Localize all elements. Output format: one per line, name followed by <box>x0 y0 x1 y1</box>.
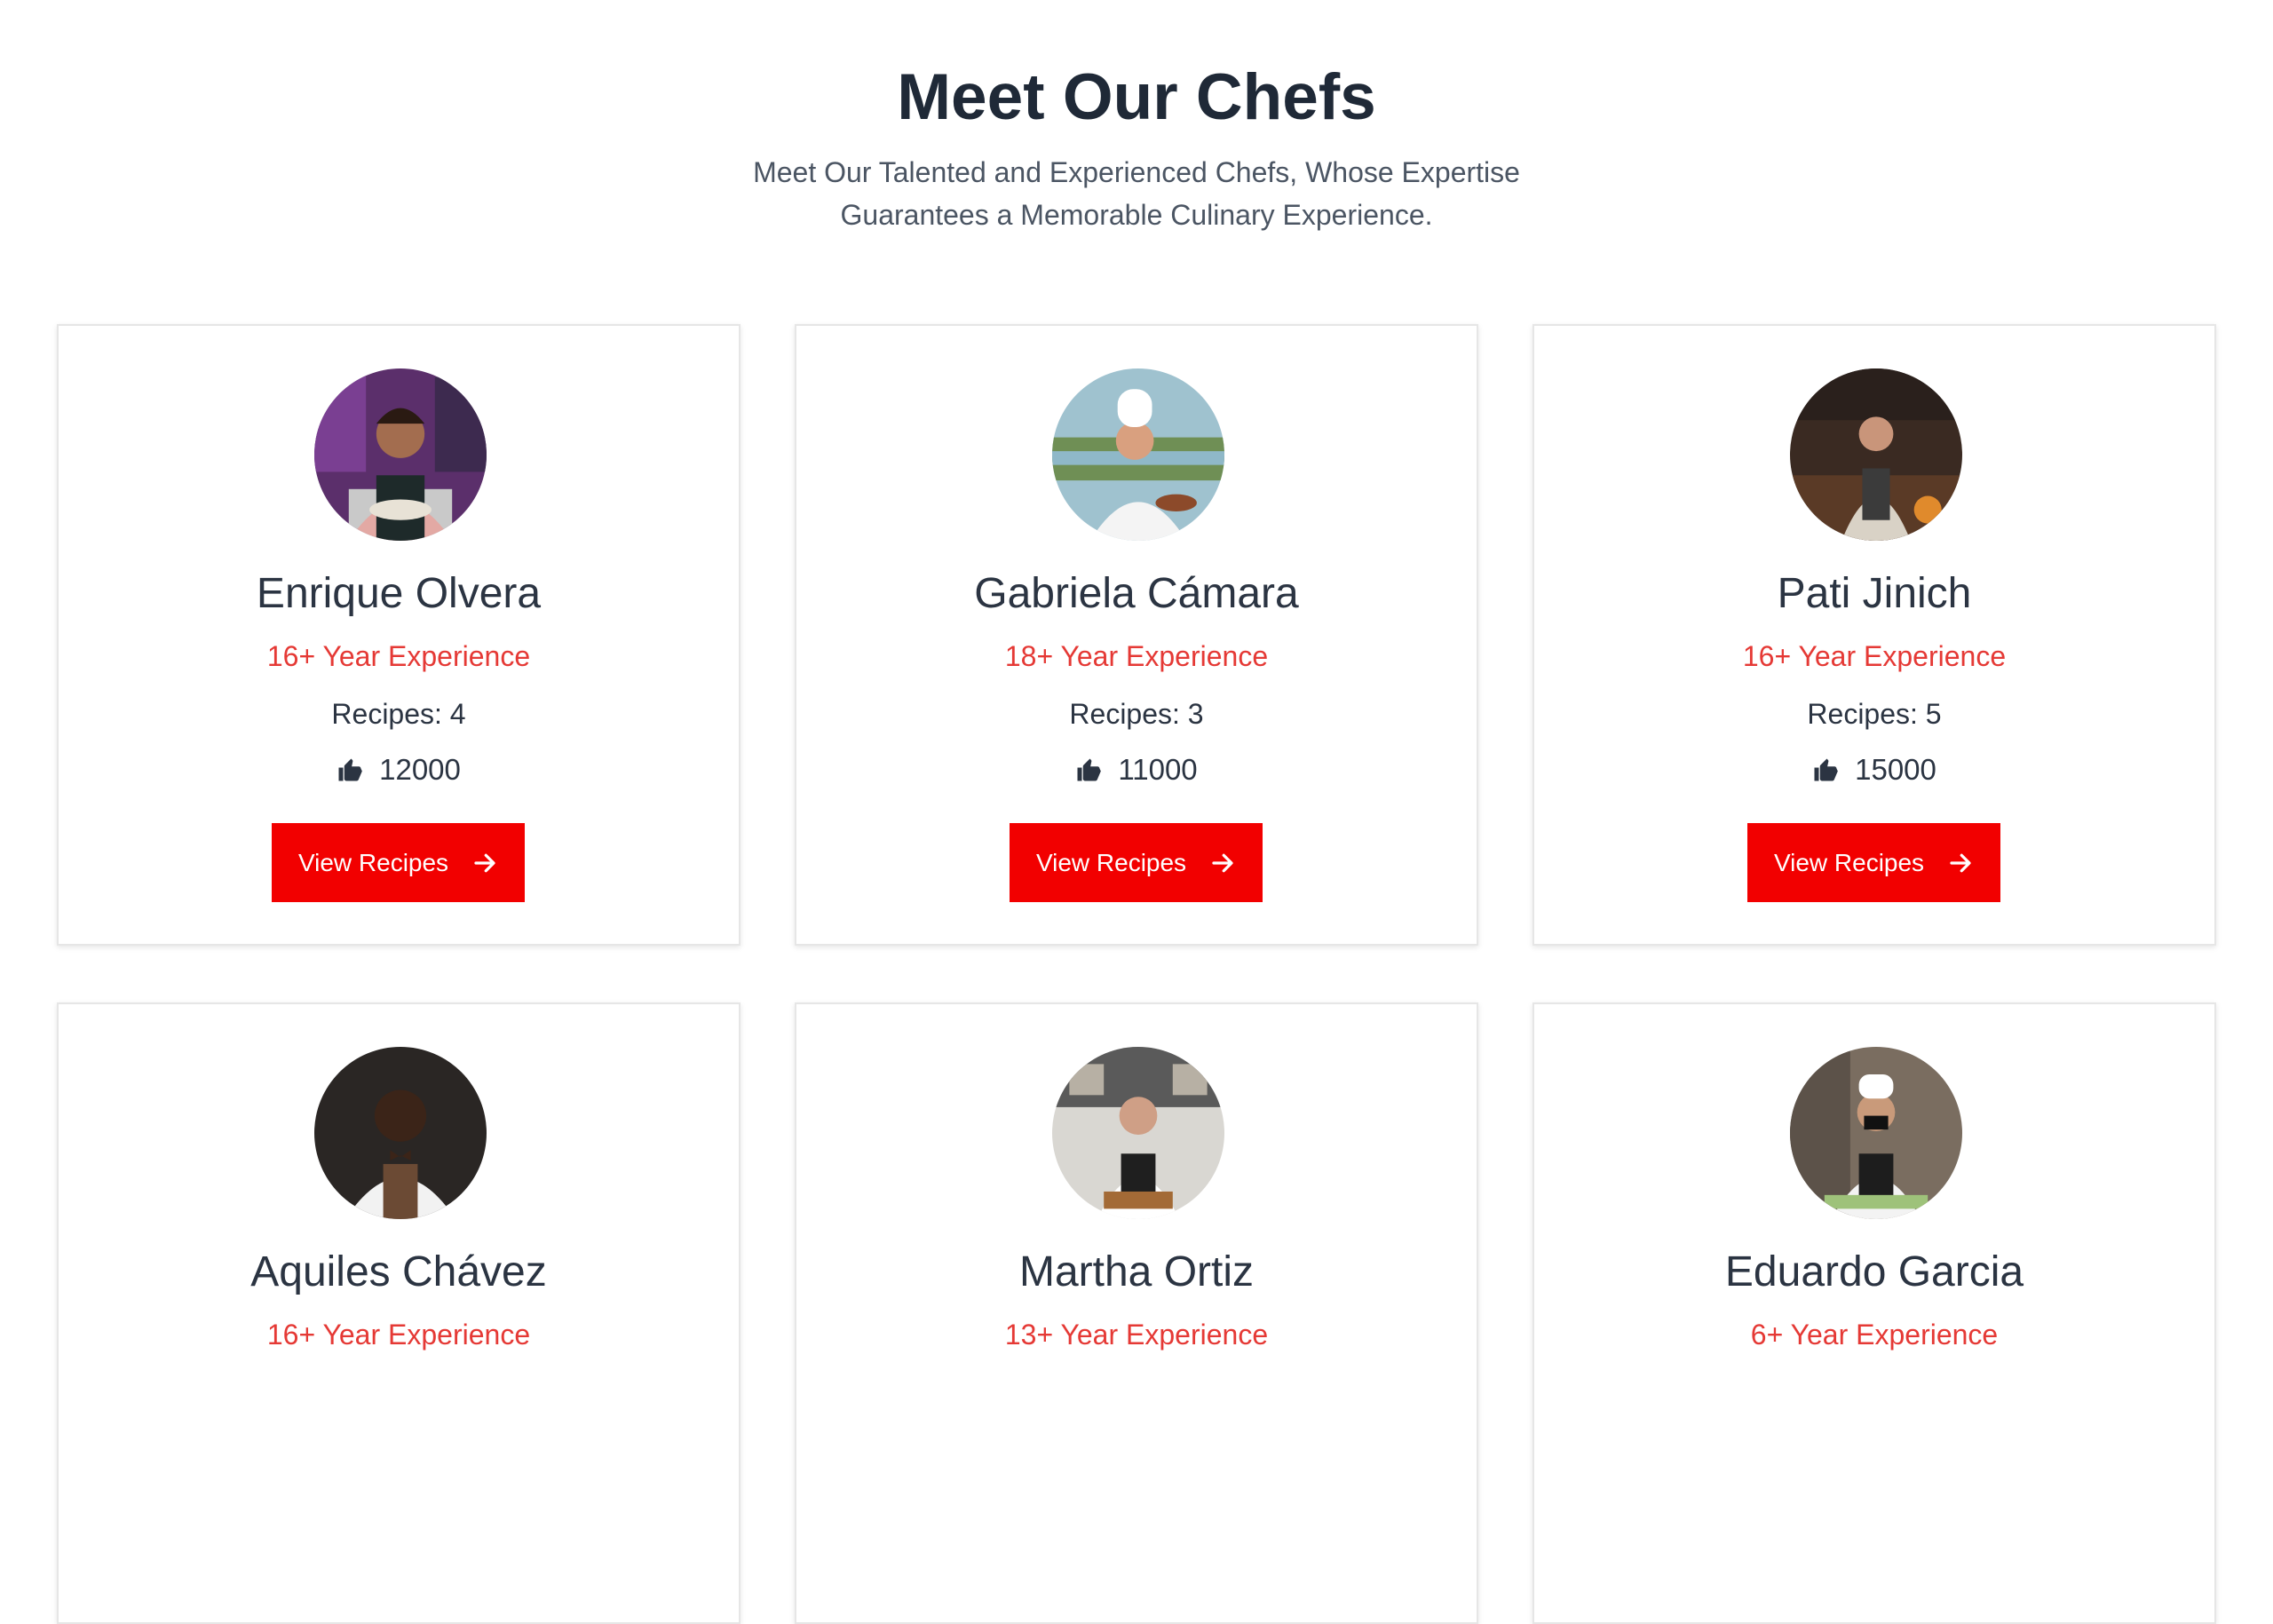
arrow-right-icon <box>474 853 495 872</box>
chef-experience: 6+ Year Experience <box>1750 1319 1999 1351</box>
chef-grid: Enrique Olvera 16+ Year Experience Recip… <box>57 324 2216 1624</box>
chef-recipes-count: Recipes: 3 <box>1069 698 1204 730</box>
chef-experience: 16+ Year Experience <box>1742 640 2007 672</box>
chef-avatar <box>314 1047 487 1219</box>
chef-name: Enrique Olvera <box>256 570 542 617</box>
chef-recipes-count: Recipes: 4 <box>331 698 466 730</box>
chef-avatar <box>1052 368 1224 541</box>
page-subtitle: Meet Our Talented and Experienced Chefs,… <box>753 156 1520 231</box>
page-title: Meet Our Chefs <box>897 61 1376 133</box>
arrow-right-icon <box>1950 853 1971 872</box>
chef-card: Pati Jinich 16+ Year Experience Recipes:… <box>1532 324 2216 946</box>
thumbs-up-icon <box>1814 758 1838 781</box>
chef-likes: 12000 <box>59 750 739 789</box>
chef-avatar <box>1790 1047 1962 1219</box>
chef-experience: 16+ Year Experience <box>266 640 531 672</box>
chef-name: Gabriela Cámara <box>974 570 1299 617</box>
chef-card: Gabriela Cámara 18+ Year Experience Reci… <box>795 324 1478 946</box>
chef-likes: 15000 <box>1534 750 2214 789</box>
view-recipes-button[interactable]: View Recipes <box>1010 823 1263 902</box>
view-recipes-label: View Recipes <box>1035 848 1187 876</box>
chef-avatar <box>314 368 487 541</box>
chef-name: Pati Jinich <box>1777 570 1972 617</box>
chef-card: Enrique Olvera 16+ Year Experience Recip… <box>57 324 741 946</box>
chef-experience: 16+ Year Experience <box>266 1319 531 1351</box>
chef-name: Aquiles Chávez <box>250 1248 547 1295</box>
chef-experience: 18+ Year Experience <box>1004 640 1269 672</box>
view-recipes-button[interactable]: View Recipes <box>1747 823 2000 902</box>
thumbs-up-icon <box>338 758 362 781</box>
chef-likes-count: 11000 <box>1118 753 1198 786</box>
chef-card: Eduardo Garcia 6+ Year Experience <box>1532 1002 2216 1624</box>
chef-avatar <box>1052 1047 1224 1219</box>
view-recipes-button[interactable]: View Recipes <box>272 823 525 902</box>
chef-name: Eduardo Garcia <box>1724 1248 2024 1295</box>
chef-likes-count: 12000 <box>379 753 461 786</box>
chef-experience: 13+ Year Experience <box>1004 1319 1269 1351</box>
chef-likes-count: 15000 <box>1855 753 1936 786</box>
thumbs-up-icon <box>1077 758 1102 781</box>
chef-name: Martha Ortiz <box>1018 1248 1255 1295</box>
chef-card: Martha Ortiz 13+ Year Experience <box>795 1002 1478 1624</box>
arrow-right-icon <box>1212 853 1233 872</box>
chef-avatar <box>1790 368 1962 541</box>
view-recipes-label: View Recipes <box>1773 848 1925 876</box>
view-recipes-label: View Recipes <box>297 848 449 876</box>
chef-card: Aquiles Chávez 16+ Year Experience <box>57 1002 741 1624</box>
chef-likes: 11000 <box>796 750 1477 789</box>
chef-recipes-count: Recipes: 5 <box>1807 698 1942 730</box>
